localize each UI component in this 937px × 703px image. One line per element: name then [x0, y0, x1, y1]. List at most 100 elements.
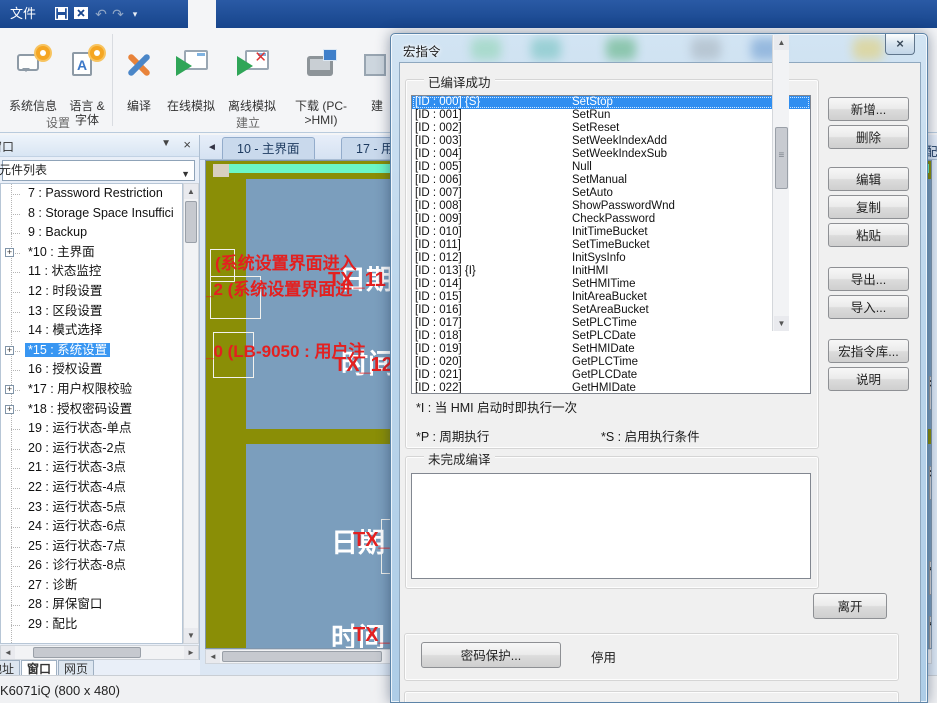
component-list-dropdown[interactable]: 元件列表 ▼: [2, 160, 195, 181]
tree-item[interactable]: +16 : 授权设置: [1, 360, 182, 380]
scroll-down-arrow-icon[interactable]: ▼: [184, 628, 198, 643]
menu-tab[interactable]: [160, 0, 188, 28]
tab-scroll-left-icon[interactable]: ◄: [204, 139, 220, 156]
scrollbar-thumb[interactable]: [185, 201, 197, 243]
offline-simulation-button[interactable]: ✕ 离线模拟: [224, 32, 280, 127]
tree-item[interactable]: +9 : Backup: [1, 223, 182, 243]
scroll-left-arrow-icon[interactable]: ◄: [1, 646, 15, 659]
menu-tab[interactable]: [244, 0, 272, 28]
macro-list-row[interactable]: [ID : 016]SetAreaBucket: [412, 304, 810, 317]
dialog-close-button[interactable]: ×: [885, 34, 915, 55]
macro-list-row[interactable]: [ID : 012]InitSysInfo: [412, 252, 810, 265]
system-info-button[interactable]: 系统信息: [4, 32, 62, 127]
macro-list-row[interactable]: [ID : 000] {S}SetStop: [412, 96, 810, 109]
macro-list-row[interactable]: [ID : 002]SetReset: [412, 122, 810, 135]
expand-plus-icon[interactable]: +: [5, 248, 14, 257]
tree-item[interactable]: +22 : 运行状态-4点: [1, 478, 182, 498]
macro-list-row[interactable]: [ID : 001]SetRun: [412, 109, 810, 122]
macro-list-row[interactable]: [ID : 006]SetManual: [412, 174, 810, 187]
expand-plus-icon[interactable]: +: [5, 405, 14, 414]
menu-tab[interactable]: [216, 0, 244, 28]
macro-list-row[interactable]: [ID : 022]GetHMIDate: [412, 382, 810, 394]
dialog-side-button[interactable]: 粘贴: [828, 223, 909, 247]
panel-caret-icon[interactable]: ▼: [161, 138, 171, 149]
tree-item[interactable]: +8 : Storage Space Insuffici: [1, 204, 182, 224]
menu-tab[interactable]: [272, 0, 300, 28]
online-simulation-button[interactable]: 在线模拟: [164, 32, 218, 127]
quick-access-caret-icon[interactable]: ▾: [126, 5, 144, 23]
scroll-up-arrow-icon[interactable]: ▲: [774, 35, 789, 50]
tree-item[interactable]: +27 : 诊断: [1, 576, 182, 596]
scroll-left-arrow-icon[interactable]: ◄: [206, 650, 220, 663]
tree-item[interactable]: +19 : 运行状态-单点: [1, 419, 182, 439]
scrollbar-thumb[interactable]: [222, 651, 382, 662]
macro-list-row[interactable]: [ID : 007]SetAuto: [412, 187, 810, 200]
tree-item[interactable]: +24 : 运行状态-6点: [1, 517, 182, 537]
export-icon[interactable]: [72, 5, 90, 23]
dialog-side-button[interactable]: 编辑: [828, 167, 909, 191]
scroll-right-arrow-icon[interactable]: ►: [184, 646, 198, 659]
tree-horizontal-scrollbar[interactable]: ◄ ►: [0, 645, 199, 660]
save-icon[interactable]: [52, 5, 70, 23]
scroll-up-arrow-icon[interactable]: ▲: [184, 184, 198, 199]
macro-list-row[interactable]: [ID : 010]InitTimeBucket: [412, 226, 810, 239]
leave-button[interactable]: 离开: [813, 593, 887, 619]
tree-item[interactable]: +11 : 状态监控: [1, 262, 182, 282]
scrollbar-thumb[interactable]: [775, 127, 788, 189]
uncompiled-list[interactable]: [411, 473, 811, 579]
menu-tab[interactable]: [328, 0, 356, 28]
redo-icon[interactable]: ↷: [109, 5, 127, 23]
tree-item[interactable]: +20 : 运行状态-2点: [1, 439, 182, 459]
macro-list-row[interactable]: [ID : 018]SetPLCDate: [412, 330, 810, 343]
dialog-side-button[interactable]: 删除: [828, 125, 909, 149]
scroll-down-arrow-icon[interactable]: ▼: [774, 316, 789, 331]
tree-item[interactable]: +13 : 区段设置: [1, 302, 182, 322]
tree-item[interactable]: +*15 : 系统设置: [1, 341, 182, 361]
password-protect-button[interactable]: 密码保护...: [421, 642, 561, 668]
canvas-label-tx11[interactable]: TX_11: [328, 269, 386, 292]
tree-vertical-scrollbar[interactable]: ▲ ▼: [183, 183, 199, 644]
tree-item[interactable]: +*10 : 主界面: [1, 243, 182, 263]
tree-item[interactable]: +26 : 诊行状态-8点: [1, 556, 182, 576]
macro-list-scrollbar[interactable]: ▲ ▼: [772, 35, 789, 331]
dialog-side-button[interactable]: 新增...: [828, 97, 909, 121]
dialog-side-button[interactable]: 导入...: [828, 295, 909, 319]
tree-item[interactable]: +12 : 时段设置: [1, 282, 182, 302]
panel-close-icon[interactable]: ×: [183, 137, 191, 152]
dialog-side-button[interactable]: 说明: [828, 367, 909, 391]
expand-plus-icon[interactable]: +: [5, 346, 14, 355]
tree-item[interactable]: +*18 : 授权密码设置: [1, 400, 182, 420]
macro-list-row[interactable]: [ID : 014]SetHMITime: [412, 278, 810, 291]
tree-item[interactable]: +29 : 配比: [1, 615, 182, 635]
build-partial-button[interactable]: 建: [360, 32, 394, 127]
macro-list-row[interactable]: [ID : 005]Null: [412, 161, 810, 174]
macro-list-row[interactable]: [ID : 017]SetPLCTime: [412, 317, 810, 330]
dialog-side-button[interactable]: 复制: [828, 195, 909, 219]
canvas-label-tx12[interactable]: TX_12: [334, 354, 393, 377]
file-menu-button[interactable]: 文件: [0, 0, 46, 28]
tree-item[interactable]: +*17 : 用户权限校验: [1, 380, 182, 400]
tree-item[interactable]: +25 : 运行状态-7点: [1, 537, 182, 557]
compile-button[interactable]: 编译: [118, 32, 160, 127]
undo-icon[interactable]: ↶: [92, 5, 110, 23]
tree-item[interactable]: +23 : 运行状态-5点: [1, 498, 182, 518]
download-button[interactable]: 下载 (PC- >HMI): [290, 32, 352, 141]
menu-tab[interactable]: [188, 0, 216, 28]
tree-item[interactable]: +21 : 运行状态-3点: [1, 458, 182, 478]
macro-list-row[interactable]: [ID : 011]SetTimeBucket: [412, 239, 810, 252]
menu-tab[interactable]: [300, 0, 328, 28]
macro-list-row[interactable]: [ID : 013] {I}InitHMI: [412, 265, 810, 278]
dialog-side-button[interactable]: 导出...: [828, 267, 909, 291]
macro-list-row[interactable]: [ID : 009]CheckPassword: [412, 213, 810, 226]
macro-list-row[interactable]: [ID : 015]InitAreaBucket: [412, 291, 810, 304]
tree-item[interactable]: +14 : 模式选择: [1, 321, 182, 341]
macro-list-row[interactable]: [ID : 004]SetWeekIndexSub: [412, 148, 810, 161]
expand-plus-icon[interactable]: +: [5, 385, 14, 394]
scrollbar-thumb[interactable]: [33, 647, 141, 658]
canvas-tab-main[interactable]: 10 - 主界面: [222, 137, 315, 159]
tree-item[interactable]: +7 : Password Restriction: [1, 184, 182, 204]
macro-list-row[interactable]: [ID : 019]SetHMIDate: [412, 343, 810, 356]
macro-list-row[interactable]: [ID : 020]GetPLCTime: [412, 356, 810, 369]
macro-list-row[interactable]: [ID : 021]GetPLCDate: [412, 369, 810, 382]
macro-list-row[interactable]: [ID : 008]ShowPasswordWnd: [412, 200, 810, 213]
